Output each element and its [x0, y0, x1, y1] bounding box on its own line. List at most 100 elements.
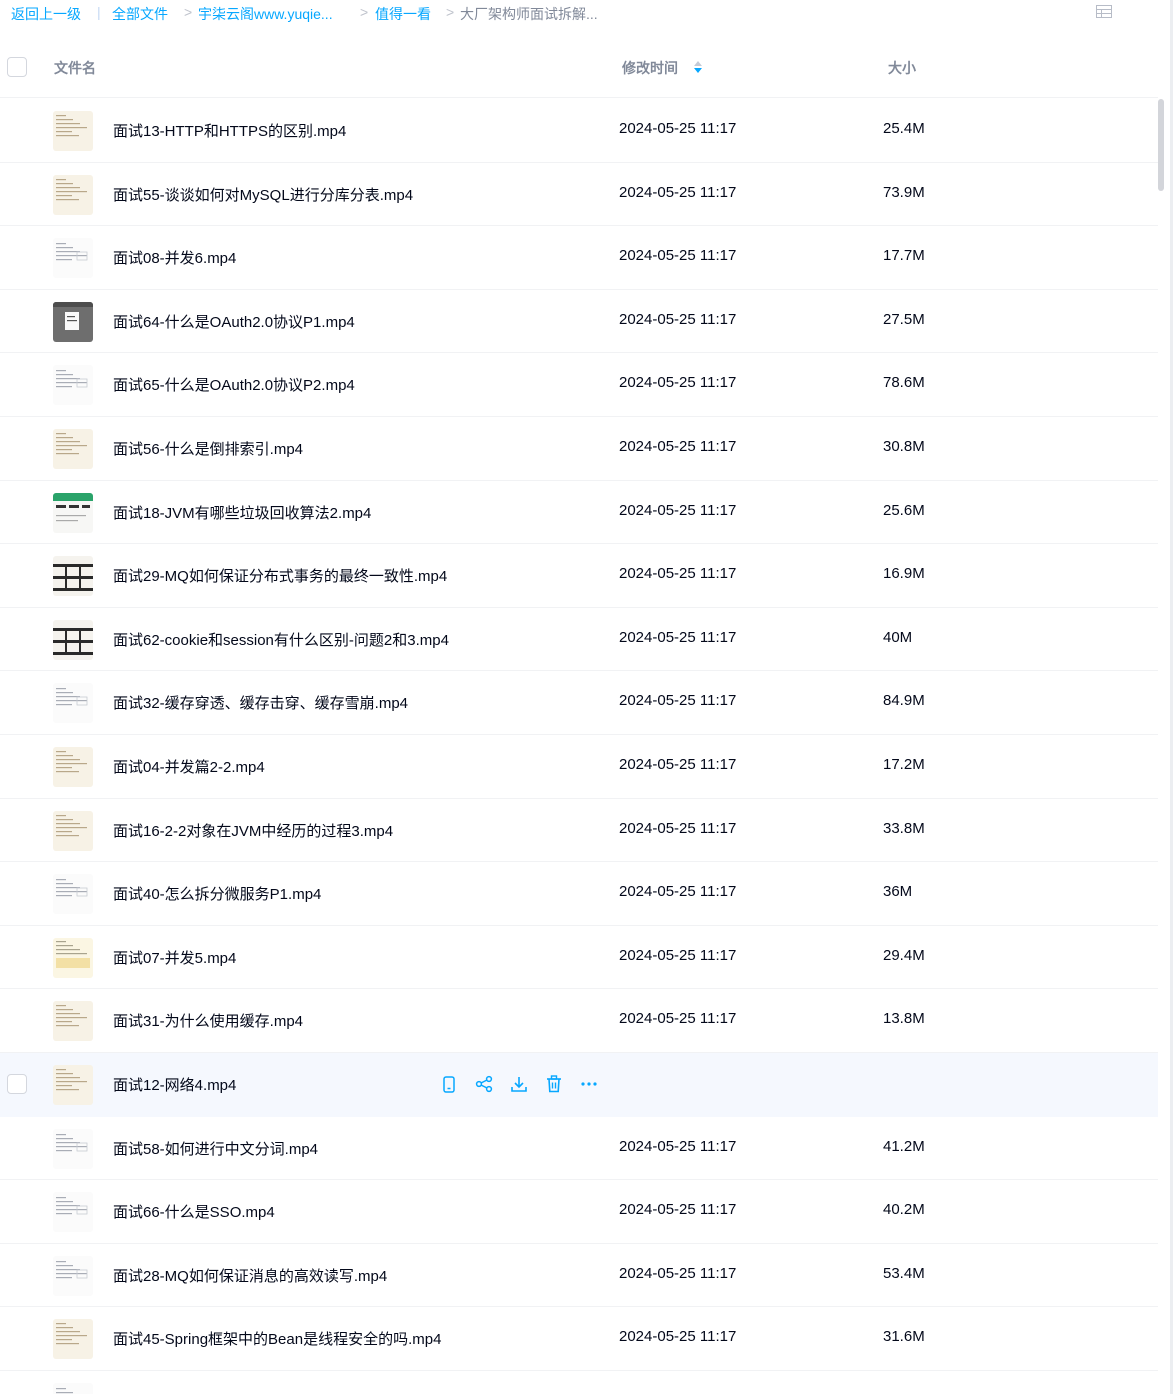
video-thumbnail[interactable]	[53, 238, 93, 279]
file-row[interactable]: 面试32-缓存穿透、缓存击穿、缓存雪崩.mp4 2024-05-25 11:17 8…	[0, 671, 1158, 735]
file-size: 25.4M	[883, 120, 925, 137]
file-size: 73.9M	[883, 183, 925, 201]
file-size: 53.4M	[883, 1264, 925, 1282]
file-name[interactable]: 面试28-MQ如何保证消息的高效读写.mp4	[113, 1265, 387, 1286]
file-size: 27.5M	[883, 310, 925, 328]
file-modified-time: 2024-05-25 11:17	[619, 437, 737, 455]
file-row[interactable]: 面试56-什么是倒排索引.mp4 2024-05-25 11:17 30.8M	[0, 417, 1158, 481]
breadcrumb-current: 大厂架构师面试拆解...	[460, 6, 598, 22]
video-thumbnail[interactable]	[53, 365, 93, 406]
phone-icon[interactable]	[439, 1075, 458, 1094]
file-name[interactable]: 面试16-2-2对象在JVM中经历的过程3.mp4	[113, 820, 393, 841]
video-thumbnail[interactable]	[53, 556, 93, 597]
file-row[interactable]: 面试28-MQ如何保证消息的高效读写.mp4 2024-05-25 11:17 53…	[0, 1244, 1158, 1308]
file-row[interactable]: 面试18-JVM有哪些垃圾回收算法2.mp4 2024-05-25 11:17 25…	[0, 481, 1158, 545]
video-thumbnail[interactable]	[53, 1319, 93, 1360]
file-name[interactable]: 面试29-MQ如何保证分布式事务的最终一致性.mp4	[113, 565, 447, 586]
file-row[interactable]: 面试65-什么是OAuth2.0协议P2.mp4 2024-05-25 11:17…	[0, 353, 1158, 417]
video-thumbnail[interactable]	[53, 619, 93, 660]
column-header-size[interactable]: 大小	[888, 58, 916, 78]
row-checkbox[interactable]	[7, 1073, 27, 1094]
file-name[interactable]: 面试08-并发6.mp4	[113, 247, 236, 268]
file-name[interactable]: 面试13-HTTP和HTTPS的区别.mp4	[113, 120, 346, 141]
file-name[interactable]: 面试64-什么是OAuth2.0协议P1.mp4	[113, 311, 355, 332]
column-header-name[interactable]: 文件名	[54, 58, 96, 78]
video-thumbnail[interactable]	[53, 111, 93, 151]
breadcrumb-item-worth-watching[interactable]: 值得一看	[375, 4, 431, 24]
video-thumbnail[interactable]	[53, 1064, 93, 1105]
file-row[interactable]: 面试55-谈谈如何对MySQL进行分库分表.mp4 2024-05-25 11:1…	[0, 163, 1158, 227]
file-name[interactable]: 面试32-缓存穿透、缓存击穿、缓存雪崩.mp4	[113, 692, 408, 713]
video-thumbnail[interactable]	[53, 810, 93, 851]
file-row[interactable]: 面试29-MQ如何保证分布式事务的最终一致性.mp4 2024-05-25 11:…	[0, 544, 1158, 608]
file-name[interactable]: 面试55-谈谈如何对MySQL进行分库分表.mp4	[113, 184, 413, 205]
select-all-checkbox[interactable]	[7, 57, 27, 77]
breadcrumb-item-all-files[interactable]: 全部文件	[112, 4, 168, 24]
delete-icon[interactable]	[544, 1075, 563, 1094]
file-row[interactable]: 面试40-怎么拆分微服务P1.mp4 2024-05-25 11:17 36M	[0, 862, 1158, 926]
video-thumbnail[interactable]	[53, 1128, 93, 1169]
file-size: 25.6M	[883, 501, 925, 519]
file-name[interactable]: 面试18-JVM有哪些垃圾回收算法2.mp4	[113, 502, 371, 523]
download-icon[interactable]	[509, 1075, 528, 1094]
file-row[interactable]: 面试04-并发篇2-2.mp4 2024-05-25 11:17 17.2M	[0, 735, 1158, 799]
video-thumbnail[interactable]	[53, 492, 93, 533]
file-name[interactable]: 面试31-为什么使用缓存.mp4	[113, 1010, 303, 1031]
file-size: 84.9M	[883, 692, 925, 710]
file-size: 33.8M	[883, 819, 925, 837]
file-row[interactable]: 面试58-如何进行中文分词.mp4 2024-05-25 11:17 41.2M	[0, 1117, 1158, 1181]
file-row[interactable]: 面试13-HTTP和HTTPS的区别.mp4 2024-05-25 11:17 25…	[0, 99, 1158, 163]
file-modified-time: 2024-05-25 11:17	[619, 819, 737, 837]
video-thumbnail[interactable]	[53, 1382, 93, 1394]
file-row[interactable]: 面试66-什么是SSO.mp4 2024-05-25 11:17 40.2M	[0, 1180, 1158, 1244]
share-icon[interactable]	[474, 1075, 493, 1094]
file-name[interactable]: 面试45-Spring框架中的Bean是线程安全的吗.mp4	[113, 1328, 441, 1349]
table-view-icon[interactable]	[1096, 5, 1112, 18]
video-thumbnail[interactable]	[53, 1001, 93, 1042]
file-name[interactable]: 面试12-网络4.mp4	[113, 1074, 236, 1095]
file-modified-time: 2024-05-25 11:17	[619, 374, 737, 392]
file-modified-time: 2024-05-25 11:17	[619, 501, 737, 519]
file-modified-time: 2024-05-25 11:17	[619, 1137, 737, 1155]
file-name[interactable]: 面试65-什么是OAuth2.0协议P2.mp4	[113, 374, 355, 395]
file-modified-time: 2024-05-25 11:17	[619, 1328, 737, 1346]
video-thumbnail[interactable]	[53, 1192, 93, 1233]
file-row[interactable]: 面试12-网络4.mp4	[0, 1052, 1158, 1117]
file-row[interactable]: 面试31-为什么使用缓存.mp4 2024-05-25 11:17 13.8M	[0, 989, 1158, 1053]
back-link[interactable]: 返回上一级	[11, 4, 81, 24]
file-row[interactable]	[0, 1371, 1158, 1394]
file-row[interactable]: 面试07-并发5.mp4 2024-05-25 11:17 29.4M	[0, 926, 1158, 990]
video-thumbnail[interactable]	[53, 174, 93, 215]
file-row[interactable]: 面试45-Spring框架中的Bean是线程安全的吗.mp4 2024-05-25…	[0, 1307, 1158, 1371]
video-thumbnail[interactable]	[53, 428, 93, 469]
more-icon[interactable]	[579, 1075, 598, 1094]
file-name[interactable]: 面试07-并发5.mp4	[113, 947, 236, 968]
file-size: 41.2M	[883, 1137, 925, 1155]
file-size: 16.9M	[883, 565, 925, 583]
column-header-time[interactable]: 修改时间	[622, 58, 678, 78]
scrollbar-thumb[interactable]	[1158, 99, 1164, 191]
file-name[interactable]: 面试66-什么是SSO.mp4	[113, 1201, 275, 1222]
video-thumbnail[interactable]	[53, 1255, 93, 1296]
file-row[interactable]: 面试08-并发6.mp4 2024-05-25 11:17 17.7M	[0, 226, 1158, 290]
video-thumbnail[interactable]	[53, 301, 93, 342]
file-name[interactable]: 面试62-cookie和session有什么区别-问题2和3.mp4	[113, 629, 449, 650]
breadcrumb-item-folder[interactable]: 宇柒云阁www.yuqie...	[198, 4, 333, 24]
file-name[interactable]: 面试58-如何进行中文分词.mp4	[113, 1138, 318, 1159]
file-row[interactable]: 面试62-cookie和session有什么区别-问题2和3.mp4 2024-0…	[0, 608, 1158, 672]
file-modified-time: 2024-05-25 11:17	[619, 247, 737, 265]
video-thumbnail[interactable]	[53, 683, 93, 724]
video-thumbnail[interactable]	[53, 746, 93, 787]
file-modified-time: 2024-05-25 11:17	[619, 183, 737, 201]
file-name[interactable]: 面试40-怎么拆分微服务P1.mp4	[113, 883, 321, 904]
file-list-header: 文件名 修改时间 大小	[0, 40, 1158, 98]
file-row[interactable]: 面试16-2-2对象在JVM中经历的过程3.mp4 2024-05-25 11:1…	[0, 799, 1158, 863]
file-name[interactable]: 面试04-并发篇2-2.mp4	[113, 756, 265, 777]
file-row[interactable]: 面试64-什么是OAuth2.0协议P1.mp4 2024-05-25 11:17…	[0, 290, 1158, 354]
file-name[interactable]: 面试56-什么是倒排索引.mp4	[113, 438, 303, 459]
video-thumbnail[interactable]	[53, 937, 93, 978]
video-thumbnail[interactable]	[53, 874, 93, 915]
file-modified-time: 2024-05-25 11:17	[619, 1201, 737, 1219]
file-size: 40M	[883, 628, 913, 646]
sort-icon[interactable]	[693, 59, 703, 75]
